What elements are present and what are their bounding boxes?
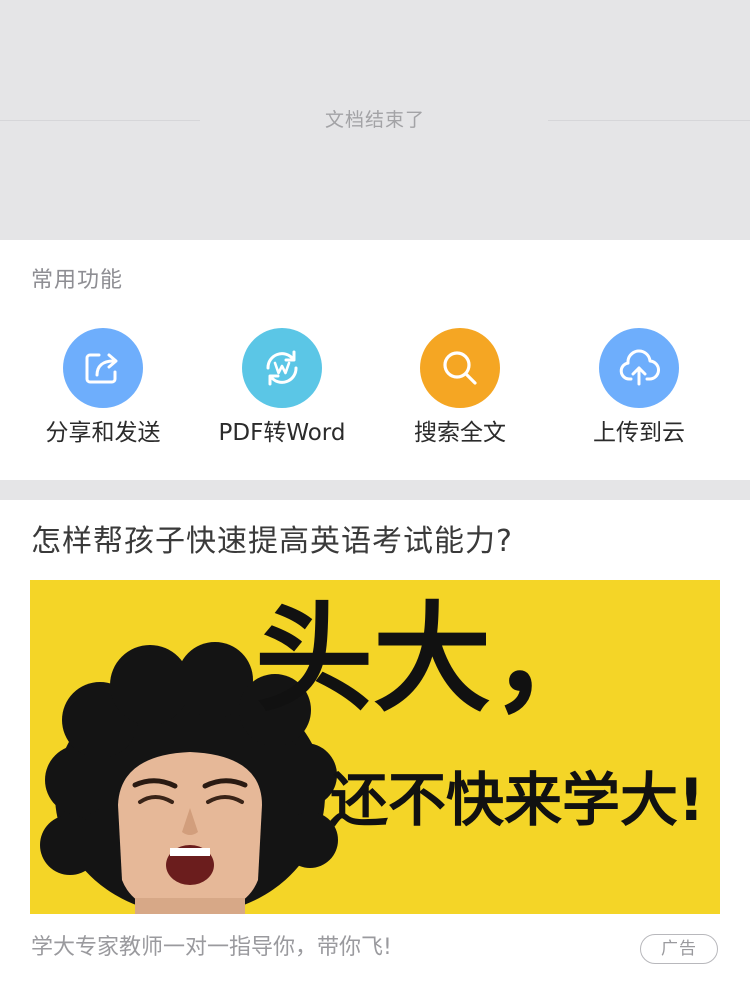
share-icon bbox=[63, 328, 143, 408]
ad-image[interactable]: 头大， 还不快来学大! bbox=[30, 580, 720, 914]
search-full-text-button[interactable]: 搜索全文 bbox=[370, 328, 550, 458]
ad-caption[interactable]: 学大专家教师一对一指导你，带你飞! bbox=[31, 933, 392, 963]
ad-badge: 广告 bbox=[640, 934, 718, 964]
cloud-upload-icon bbox=[599, 328, 679, 408]
search-full-text-label: 搜索全文 bbox=[414, 420, 506, 446]
common-functions-panel: 常用功能 分享和发送 PDF转Word 搜索全文 上传到云 bbox=[0, 240, 750, 480]
ad-headline-line1: 头大， bbox=[255, 590, 609, 728]
ad-card[interactable]: 怎样帮孩子快速提高英语考试能力? 头大， 还不快来学大! 学大专家教师一对一指导… bbox=[0, 500, 750, 983]
share-and-send-button[interactable]: 分享和发送 bbox=[13, 328, 193, 458]
pdf-to-word-label: PDF转Word bbox=[218, 420, 346, 446]
ad-title[interactable]: 怎样帮孩子快速提高英语考试能力? bbox=[31, 522, 513, 562]
search-icon bbox=[420, 328, 500, 408]
share-and-send-label: 分享和发送 bbox=[45, 420, 161, 446]
upload-to-cloud-button[interactable]: 上传到云 bbox=[549, 328, 729, 458]
ad-illustration: 头大， 还不快来学大! bbox=[30, 580, 720, 914]
section-title: 常用功能 bbox=[31, 268, 124, 293]
upload-to-cloud-label: 上传到云 bbox=[593, 420, 685, 446]
ad-headline-line2: 还不快来学大! bbox=[330, 766, 704, 834]
pdf-to-word-button[interactable]: PDF转Word bbox=[192, 328, 372, 458]
pdf-to-word-icon bbox=[242, 328, 322, 408]
section-separator bbox=[0, 480, 750, 500]
divider-right bbox=[548, 120, 750, 121]
document-end-banner: 文档结束了 bbox=[0, 0, 750, 240]
